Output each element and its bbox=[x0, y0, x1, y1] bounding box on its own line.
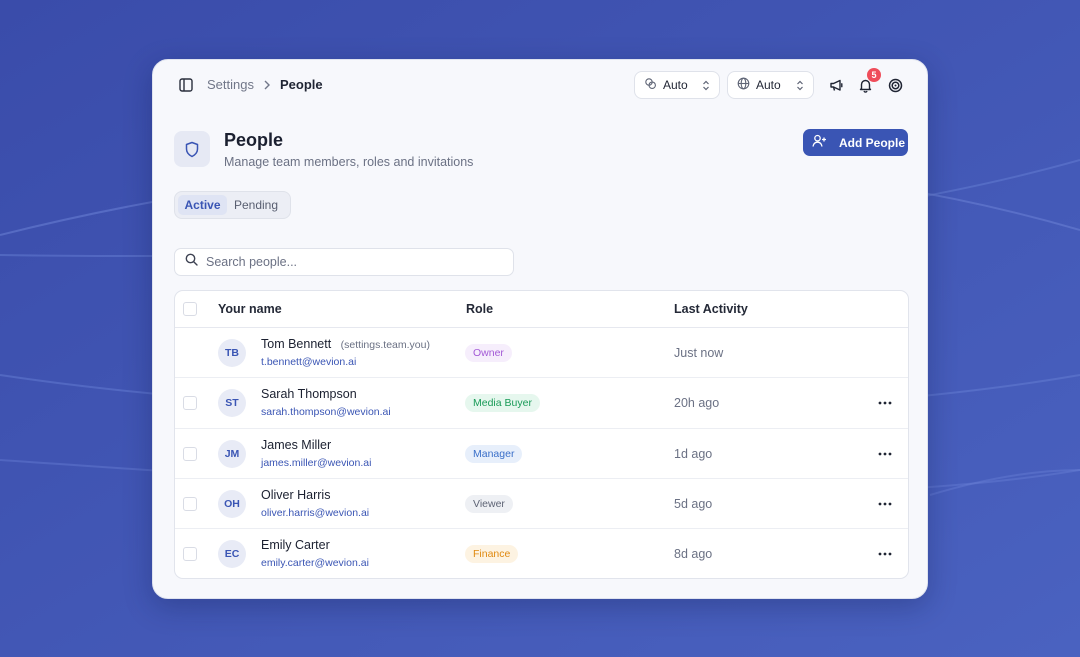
avatar: JM bbox=[218, 439, 246, 468]
column-header-activity: Last Activity bbox=[674, 302, 748, 316]
member-name: Emily Carter bbox=[261, 538, 330, 553]
table-row: TB Tom Bennett (settings.team.you) t.ben… bbox=[175, 328, 908, 379]
more-options-icon[interactable] bbox=[875, 546, 895, 562]
table-row: EC Emily Carter emily.carter@wevion.ai F… bbox=[175, 529, 908, 578]
member-name: Tom Bennett (settings.team.you) bbox=[261, 337, 430, 351]
member-name: James Miller bbox=[261, 437, 332, 452]
last-activity: 5d ago bbox=[674, 496, 713, 511]
megaphone-icon[interactable] bbox=[827, 76, 845, 94]
add-people-button-label: Add People bbox=[839, 135, 906, 150]
top-bar: Settings People Auto Auto 5 bbox=[153, 60, 929, 110]
search-box bbox=[174, 248, 514, 276]
table-row: JM James Miller james.miller@wevion.ai M… bbox=[175, 429, 908, 479]
chevron-updown-icon bbox=[702, 80, 710, 91]
breadcrumb-current: People bbox=[279, 77, 323, 92]
avatar: OH bbox=[218, 489, 246, 518]
row-checkbox[interactable] bbox=[183, 547, 197, 562]
select-all-checkbox[interactable] bbox=[183, 302, 197, 316]
notification-count-badge: 5 bbox=[867, 68, 881, 82]
shield-icon bbox=[174, 131, 210, 167]
column-header-role: Role bbox=[466, 302, 494, 316]
table-header: Your name Role Last Activity bbox=[175, 291, 908, 328]
role-badge: Manager bbox=[465, 444, 523, 463]
user-plus-icon bbox=[812, 134, 827, 151]
page-title: People bbox=[224, 130, 284, 150]
table-row: OH Oliver Harris oliver.harris@wevion.ai… bbox=[175, 479, 908, 530]
row-checkbox[interactable] bbox=[183, 496, 197, 511]
row-checkbox[interactable] bbox=[183, 396, 197, 411]
tab-active[interactable]: Active bbox=[178, 195, 227, 215]
sidebar-toggle-icon[interactable] bbox=[177, 76, 195, 94]
tab-pending[interactable]: Pending bbox=[227, 195, 285, 215]
role-badge: Viewer bbox=[465, 494, 513, 513]
status-tabs: Active Pending bbox=[174, 191, 291, 219]
theme-select-value: Auto bbox=[663, 78, 688, 92]
member-name-text: Tom Bennett bbox=[261, 337, 332, 351]
more-options-icon[interactable] bbox=[875, 446, 895, 462]
more-options-icon[interactable] bbox=[875, 496, 895, 512]
last-activity: 20h ago bbox=[674, 396, 720, 411]
you-tag: (settings.team.you) bbox=[340, 339, 430, 351]
page-subtitle: Manage team members, roles and invitatio… bbox=[224, 155, 474, 169]
breadcrumb-settings-link[interactable]: Settings bbox=[207, 77, 254, 92]
avatar: ST bbox=[218, 389, 246, 418]
role-badge: Finance bbox=[465, 545, 519, 564]
member-email: james.miller@wevion.ai bbox=[261, 456, 372, 469]
language-select-value: Auto bbox=[756, 78, 781, 92]
breadcrumb: Settings People bbox=[207, 77, 323, 92]
member-email: sarah.thompson@wevion.ai bbox=[261, 406, 391, 419]
search-input[interactable] bbox=[206, 255, 496, 269]
language-select[interactable]: Auto bbox=[727, 71, 814, 99]
avatar: EC bbox=[218, 540, 246, 569]
role-badge: Media Buyer bbox=[465, 394, 540, 413]
table-row: ST Sarah Thompson sarah.thompson@wevion.… bbox=[175, 378, 908, 429]
role-badge: Owner bbox=[465, 344, 512, 362]
search-icon bbox=[185, 253, 198, 271]
avatar: TB bbox=[218, 339, 246, 367]
people-settings-card: Settings People Auto Auto 5 People Manag… bbox=[152, 59, 928, 599]
last-activity: 8d ago bbox=[674, 547, 713, 562]
people-table: Your name Role Last Activity TB Tom Benn… bbox=[174, 290, 909, 579]
target-icon[interactable] bbox=[886, 76, 904, 94]
member-email: emily.carter@wevion.ai bbox=[261, 557, 369, 570]
last-activity: Just now bbox=[674, 346, 724, 360]
chevron-updown-icon bbox=[796, 80, 804, 91]
member-name: Oliver Harris bbox=[261, 487, 331, 502]
more-options-icon[interactable] bbox=[875, 395, 895, 411]
column-header-name: Your name bbox=[218, 302, 282, 316]
theme-select[interactable]: Auto bbox=[634, 71, 720, 99]
last-activity: 1d ago bbox=[674, 446, 713, 461]
row-checkbox[interactable] bbox=[183, 446, 197, 461]
add-people-button[interactable]: Add People bbox=[803, 129, 908, 156]
theme-icon bbox=[644, 77, 657, 93]
member-name: Sarah Thompson bbox=[261, 387, 357, 402]
member-email: oliver.harris@wevion.ai bbox=[261, 506, 370, 519]
chevron-right-icon bbox=[263, 80, 271, 90]
member-email: t.bennett@wevion.ai bbox=[261, 356, 357, 368]
globe-icon bbox=[737, 77, 750, 93]
